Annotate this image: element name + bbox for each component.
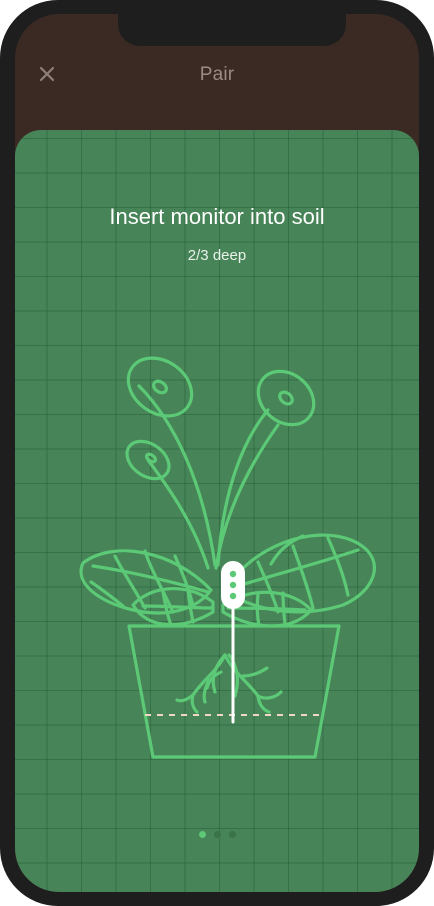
device-notch [118, 14, 346, 46]
page-dot-1[interactable] [198, 831, 206, 838]
screen: Pair Insert monitor into soil 2/3 deep [15, 14, 419, 892]
instruction-card: Insert monitor into soil 2/3 deep [15, 130, 419, 892]
device-frame: Pair Insert monitor into soil 2/3 deep [0, 0, 434, 906]
page-title: Pair [199, 64, 235, 85]
plant-with-monitor-icon [79, 356, 376, 759]
instruction-heading: Insert monitor into soil [109, 204, 325, 229]
page-dot-3[interactable] [228, 831, 236, 838]
instruction-subheading: 2/3 deep [187, 247, 247, 264]
pagination-dots [15, 831, 419, 838]
page-dot-2[interactable] [213, 831, 221, 838]
